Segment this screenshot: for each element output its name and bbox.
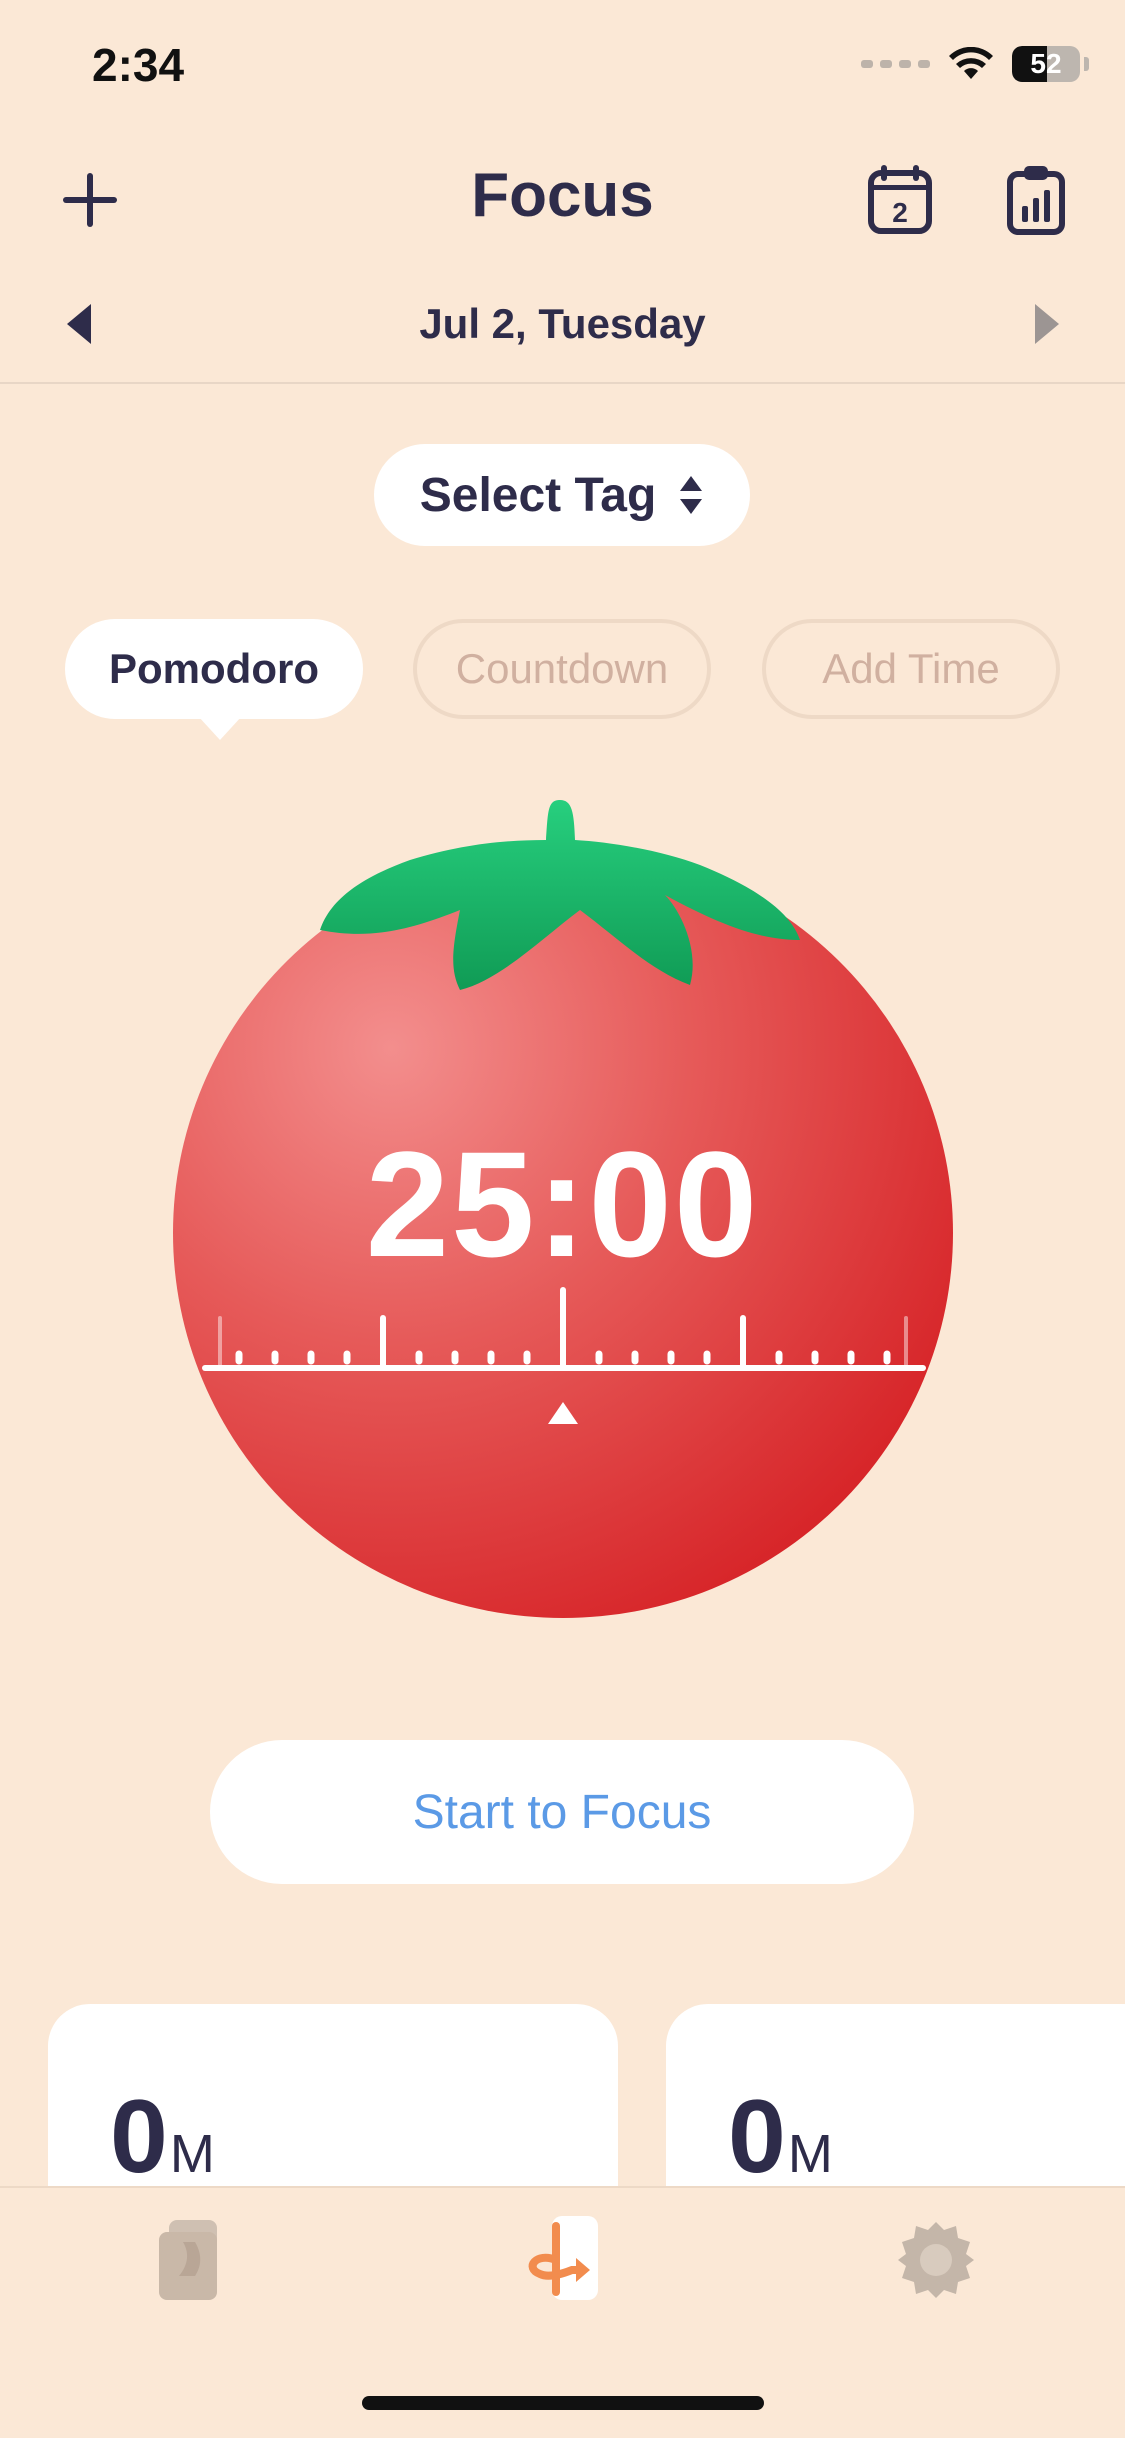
status-indicators: 52 (861, 46, 1089, 82)
clipboard-chart-icon (1007, 166, 1065, 235)
focus-timer-icon (528, 2216, 598, 2300)
start-focus-button[interactable]: Start to Focus (210, 1740, 914, 1884)
select-tag-label: Select Tag (419, 468, 657, 522)
statistics-button[interactable] (1000, 160, 1072, 240)
battery-level: 52 (1030, 48, 1062, 79)
stat-unit: M (787, 2124, 833, 2184)
calendar-badge: 2 (892, 197, 908, 228)
tab-add-time[interactable]: Add Time (762, 619, 1060, 719)
up-down-chevron-icon (680, 476, 703, 514)
tab-cards[interactable] (140, 2210, 240, 2310)
tab-focus[interactable] (512, 2206, 612, 2314)
stat-number: 0 (728, 2079, 786, 2195)
stat-unit: M (169, 2124, 215, 2184)
tab-settings[interactable] (886, 2210, 986, 2310)
header-divider (0, 382, 1125, 384)
wifi-icon (949, 47, 993, 79)
active-tab-pointer (198, 716, 242, 740)
home-indicator (362, 2396, 764, 2410)
timer-display: 25:00 (365, 1120, 760, 1288)
stat-value: 0 M (110, 2078, 215, 2197)
chevron-right-icon (1035, 304, 1059, 344)
page-title: Focus (471, 161, 654, 230)
tab-pomodoro[interactable]: Pomodoro (65, 619, 363, 719)
cellular-signal-icon (861, 60, 930, 68)
tab-countdown-label: Countdown (455, 645, 669, 692)
select-tag-button[interactable]: Select Tag (374, 444, 750, 546)
stat-number: 0 (110, 2079, 168, 2195)
tab-add-time-label: Add Time (822, 645, 1000, 692)
calendar-icon: 2 (868, 165, 932, 234)
date-label: Jul 2, Tuesday (419, 300, 706, 347)
status-time: 2:34 (92, 39, 185, 91)
start-focus-label: Start to Focus (412, 1785, 712, 1839)
battery-cap (1084, 57, 1089, 71)
cards-icon (159, 2220, 217, 2300)
tab-countdown[interactable]: Countdown (413, 619, 711, 719)
stat-value: 0 M (728, 2078, 833, 2197)
calendar-button[interactable]: 2 (864, 162, 936, 238)
settings-gear-icon (898, 2222, 974, 2298)
tab-pomodoro-label: Pomodoro (109, 645, 319, 692)
next-day-button[interactable] (1026, 296, 1070, 352)
battery-icon: 52 (1012, 46, 1080, 82)
